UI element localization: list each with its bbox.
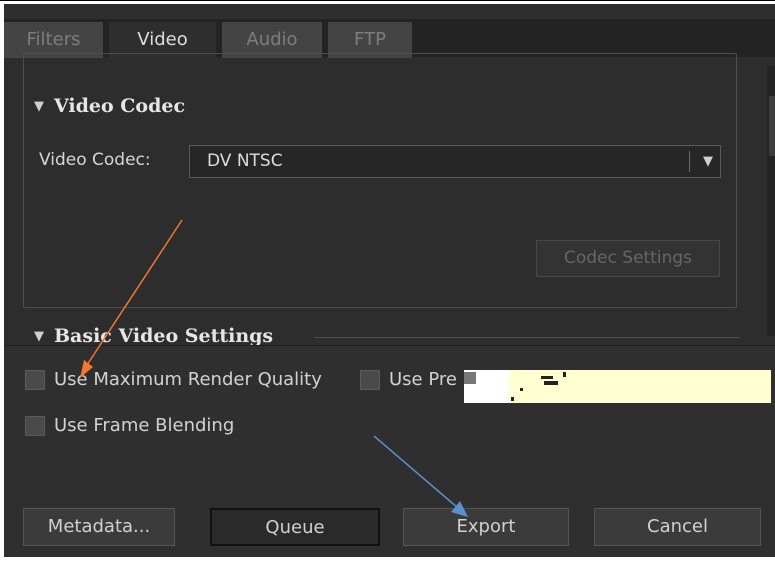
collapse-triangle-icon[interactable]: ▼ [34, 99, 44, 114]
max-render-quality-label: Use Maximum Render Quality [54, 369, 322, 390]
max-render-quality-checkbox[interactable] [25, 370, 45, 390]
top-border [0, 0, 775, 1]
video-codec-dropdown[interactable]: DV NTSC ▼ [189, 145, 721, 178]
redaction-speck [520, 388, 523, 391]
export-settings-panel: Filters Video Audio FTP ▼ Video Codec Vid… [4, 4, 775, 557]
basic-video-settings-title: Basic Video Settings [54, 325, 274, 347]
dropdown-divider [689, 151, 690, 172]
collapse-triangle-icon[interactable]: ▼ [34, 329, 44, 344]
video-codec-header[interactable]: ▼ Video Codec [30, 93, 194, 119]
use-previews-label: Use Pre [389, 369, 457, 390]
chevron-down-icon[interactable]: ▼ [703, 146, 713, 177]
redaction-speck [563, 372, 566, 377]
use-previews-checkbox[interactable] [360, 370, 380, 390]
video-codec-title: Video Codec [54, 95, 186, 117]
frame-blending-checkbox[interactable] [25, 416, 45, 436]
frame-blending-label: Use Frame Blending [54, 415, 235, 436]
export-button[interactable]: Export [403, 508, 569, 546]
redaction-speck [544, 381, 558, 385]
scrollbar-thumb[interactable] [769, 96, 775, 156]
video-codec-label: Video Codec: [39, 150, 151, 170]
redaction-grey [464, 372, 476, 384]
queue-button[interactable]: Queue [210, 508, 380, 546]
codec-settings-button[interactable]: Codec Settings [536, 240, 720, 277]
redaction-yellow [509, 370, 771, 403]
cancel-button[interactable]: Cancel [594, 508, 761, 546]
metadata-button[interactable]: Metadata... [23, 508, 175, 546]
video-codec-value: DV NTSC [207, 151, 283, 171]
redaction-speck [541, 376, 553, 379]
redaction-speck [511, 397, 514, 401]
basic-video-group-border [314, 337, 740, 338]
